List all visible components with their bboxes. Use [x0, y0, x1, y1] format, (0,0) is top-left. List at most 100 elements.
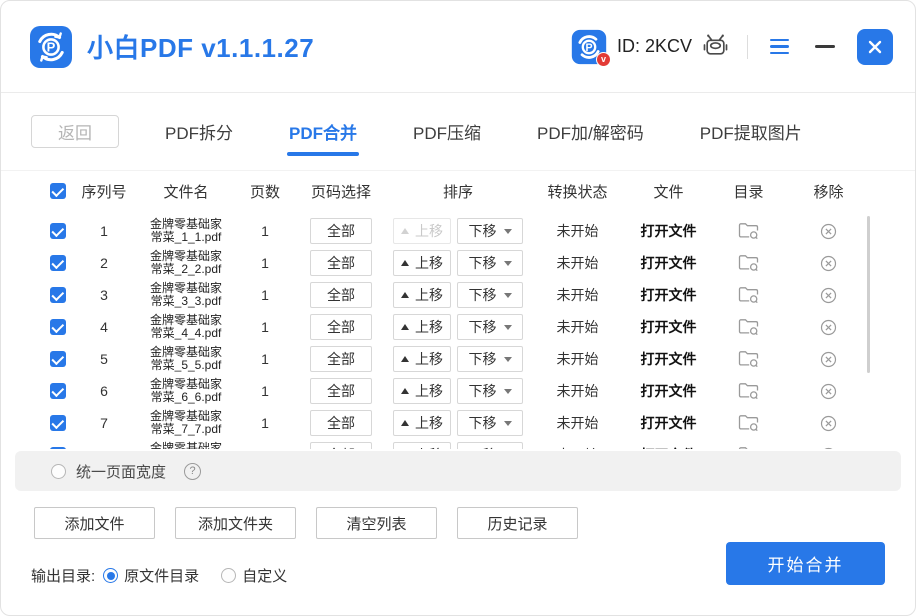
- help-icon[interactable]: ?: [184, 463, 201, 480]
- row-checkbox[interactable]: [50, 287, 66, 303]
- open-directory-button[interactable]: [711, 222, 786, 240]
- open-directory-button[interactable]: [711, 318, 786, 336]
- tab-pdf-extract-images[interactable]: PDF提取图片: [700, 113, 802, 150]
- clear-list-button[interactable]: 清空列表: [316, 507, 437, 539]
- folder-icon: [738, 318, 759, 336]
- page-select-all-button[interactable]: 全部: [310, 410, 372, 436]
- tab-pdf-encrypt[interactable]: PDF加/解密码: [537, 113, 644, 150]
- move-up-button[interactable]: 上移: [393, 442, 451, 449]
- row-checkbox[interactable]: [50, 351, 66, 367]
- output-custom-option[interactable]: 自定义: [221, 565, 287, 586]
- open-directory-button[interactable]: [711, 286, 786, 304]
- account-vip-logo[interactable]: P v: [571, 29, 607, 65]
- start-merge-button[interactable]: 开始合并: [726, 542, 885, 585]
- page-select-all-button[interactable]: 全部: [310, 314, 372, 340]
- col-sort: 排序: [387, 181, 529, 202]
- custom-dir-radio[interactable]: [221, 568, 236, 583]
- menu-icon[interactable]: [766, 35, 793, 59]
- move-up-button[interactable]: 上移: [393, 346, 451, 372]
- page-select-all-button[interactable]: 全部: [310, 442, 372, 449]
- open-file-link[interactable]: 打开文件: [626, 381, 711, 401]
- tab-pdf-compress[interactable]: PDF压缩: [413, 113, 481, 150]
- remove-row-button[interactable]: [786, 383, 871, 400]
- remove-row-button[interactable]: [786, 319, 871, 336]
- table-row: 5 金牌零基础家常菜_5_5.pdf 1 全部 上移 下移 未开始 打开文件: [1, 343, 915, 375]
- table-header: 序列号 文件名 页数 页码选择 排序 转换状态 文件 目录 移除: [1, 171, 915, 211]
- row-serial: 5: [71, 351, 137, 367]
- remove-row-button[interactable]: [786, 255, 871, 272]
- circle-x-icon: [820, 287, 837, 304]
- move-down-button[interactable]: 下移: [457, 346, 523, 372]
- move-down-button[interactable]: 下移: [457, 442, 523, 449]
- tabbar: 返回 PDF拆分 PDF合并 PDF压缩 PDF加/解密码 PDF提取图片: [1, 93, 915, 171]
- add-file-button[interactable]: 添加文件: [34, 507, 155, 539]
- open-file-link[interactable]: 打开文件: [626, 253, 711, 273]
- open-file-link[interactable]: 打开文件: [626, 413, 711, 433]
- open-file-link[interactable]: 打开文件: [626, 317, 711, 337]
- table-row: 6 金牌零基础家常菜_6_6.pdf 1 全部 上移 下移 未开始 打开文件: [1, 375, 915, 407]
- minimize-button[interactable]: [813, 33, 837, 61]
- back-button[interactable]: 返回: [31, 115, 119, 148]
- move-up-button[interactable]: 上移: [393, 378, 451, 404]
- table-scrollbar[interactable]: [867, 216, 870, 373]
- tab-pdf-merge[interactable]: PDF合并: [289, 113, 357, 150]
- col-dir: 目录: [711, 181, 786, 202]
- row-pages: 1: [235, 447, 295, 449]
- remove-row-button[interactable]: [786, 287, 871, 304]
- original-dir-radio[interactable]: [103, 568, 118, 583]
- row-serial: 2: [71, 255, 137, 271]
- page-select-all-button[interactable]: 全部: [310, 346, 372, 372]
- open-file-link[interactable]: 打开文件: [626, 221, 711, 241]
- remove-row-button[interactable]: [786, 351, 871, 368]
- add-folder-button[interactable]: 添加文件夹: [175, 507, 296, 539]
- uniform-width-radio[interactable]: [51, 464, 66, 479]
- triangle-down-icon: [504, 421, 512, 426]
- move-up-button[interactable]: 上移: [393, 250, 451, 276]
- row-checkbox[interactable]: [50, 255, 66, 271]
- move-down-button[interactable]: 下移: [457, 378, 523, 404]
- open-file-link[interactable]: 打开文件: [626, 445, 711, 449]
- move-up-button[interactable]: 上移: [393, 282, 451, 308]
- open-directory-button[interactable]: [711, 350, 786, 368]
- row-checkbox[interactable]: [50, 319, 66, 335]
- move-down-button[interactable]: 下移: [457, 410, 523, 436]
- triangle-down-icon: [504, 229, 512, 234]
- row-checkbox[interactable]: [50, 447, 66, 449]
- row-checkbox[interactable]: [50, 415, 66, 431]
- move-down-button[interactable]: 下移: [457, 314, 523, 340]
- move-up-button[interactable]: 上移: [393, 314, 451, 340]
- history-button[interactable]: 历史记录: [457, 507, 578, 539]
- circle-x-icon: [820, 383, 837, 400]
- open-directory-button[interactable]: [711, 382, 786, 400]
- open-file-link[interactable]: 打开文件: [626, 285, 711, 305]
- open-directory-button[interactable]: [711, 254, 786, 272]
- remove-row-button[interactable]: [786, 223, 871, 240]
- move-up-button[interactable]: 上移: [393, 410, 451, 436]
- triangle-down-icon: [504, 357, 512, 362]
- row-checkbox[interactable]: [50, 383, 66, 399]
- remove-row-button[interactable]: [786, 415, 871, 432]
- output-original-dir-option[interactable]: 原文件目录: [103, 565, 199, 586]
- row-checkbox[interactable]: [50, 223, 66, 239]
- move-down-button[interactable]: 下移: [457, 218, 523, 244]
- open-directory-button[interactable]: [711, 414, 786, 432]
- robot-icon[interactable]: [702, 33, 729, 60]
- open-file-link[interactable]: 打开文件: [626, 349, 711, 369]
- row-filename: 金牌零基础家常菜_4_4.pdf: [146, 314, 226, 340]
- output-directory-group: 输出目录: 原文件目录 自定义: [31, 565, 287, 586]
- close-button[interactable]: [857, 29, 893, 65]
- tab-pdf-split[interactable]: PDF拆分: [165, 113, 233, 150]
- triangle-up-icon: [401, 356, 409, 362]
- folder-icon: [738, 254, 759, 272]
- page-select-all-button[interactable]: 全部: [310, 378, 372, 404]
- row-status: 未开始: [529, 253, 626, 273]
- move-down-button[interactable]: 下移: [457, 250, 523, 276]
- remove-row-button[interactable]: [786, 447, 871, 450]
- select-all-checkbox[interactable]: [50, 183, 66, 199]
- move-up-button[interactable]: 上移: [393, 218, 451, 244]
- page-select-all-button[interactable]: 全部: [310, 282, 372, 308]
- page-select-all-button[interactable]: 全部: [310, 250, 372, 276]
- move-down-button[interactable]: 下移: [457, 282, 523, 308]
- page-select-all-button[interactable]: 全部: [310, 218, 372, 244]
- open-directory-button[interactable]: [711, 446, 786, 449]
